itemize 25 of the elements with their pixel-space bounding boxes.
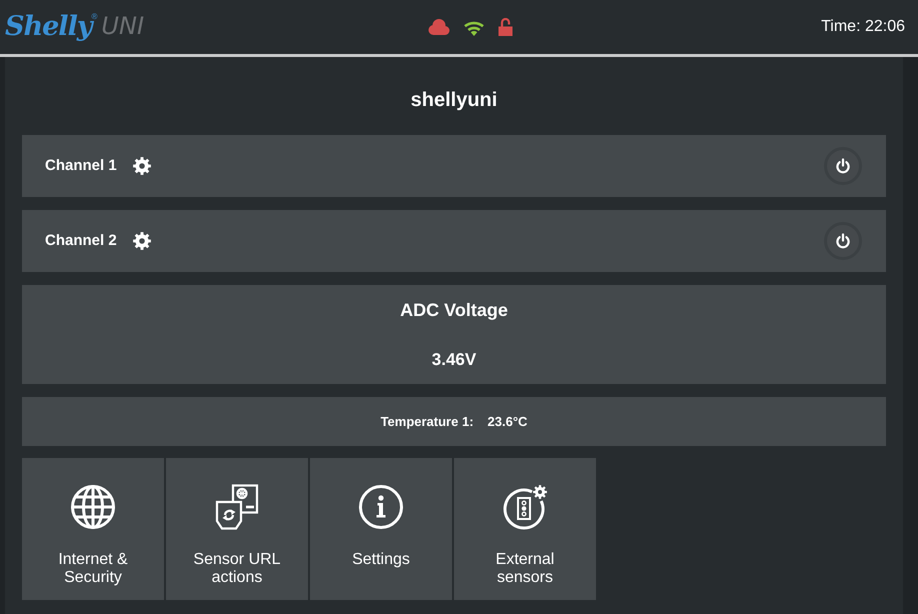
logo-wordmark: Shelly xyxy=(5,11,92,43)
temperature-label: Temperature 1: xyxy=(380,414,474,429)
channel-name: Channel 1 xyxy=(45,157,117,175)
sensor-gear-icon xyxy=(502,484,548,530)
menu-tile[interactable]: External sensors xyxy=(454,458,596,600)
adc-value: 3.46V xyxy=(432,350,476,370)
menu-tile[interactable]: Settings xyxy=(310,458,452,600)
menu-tile[interactable]: Sensor URL actions xyxy=(166,458,308,600)
documents-icon xyxy=(214,484,260,530)
model-name: UNI xyxy=(101,11,144,41)
power-icon xyxy=(835,158,851,174)
info-icon xyxy=(358,484,404,530)
power-button[interactable] xyxy=(824,147,862,185)
power-button[interactable] xyxy=(824,222,862,260)
time-text: Time: 22:06 xyxy=(821,17,905,37)
power-icon xyxy=(835,233,851,249)
temperature-value: 23.6°C xyxy=(488,414,528,429)
gear-icon[interactable] xyxy=(132,232,151,250)
registered-mark: ® xyxy=(92,12,98,21)
adc-title: ADC Voltage xyxy=(400,299,508,321)
gear-icon[interactable] xyxy=(132,157,151,175)
device-name: shellyuni xyxy=(410,88,498,112)
globe-icon xyxy=(70,484,116,530)
channel-name: Channel 2 xyxy=(45,232,117,250)
menu-tile[interactable]: Internet & Security xyxy=(22,458,164,600)
